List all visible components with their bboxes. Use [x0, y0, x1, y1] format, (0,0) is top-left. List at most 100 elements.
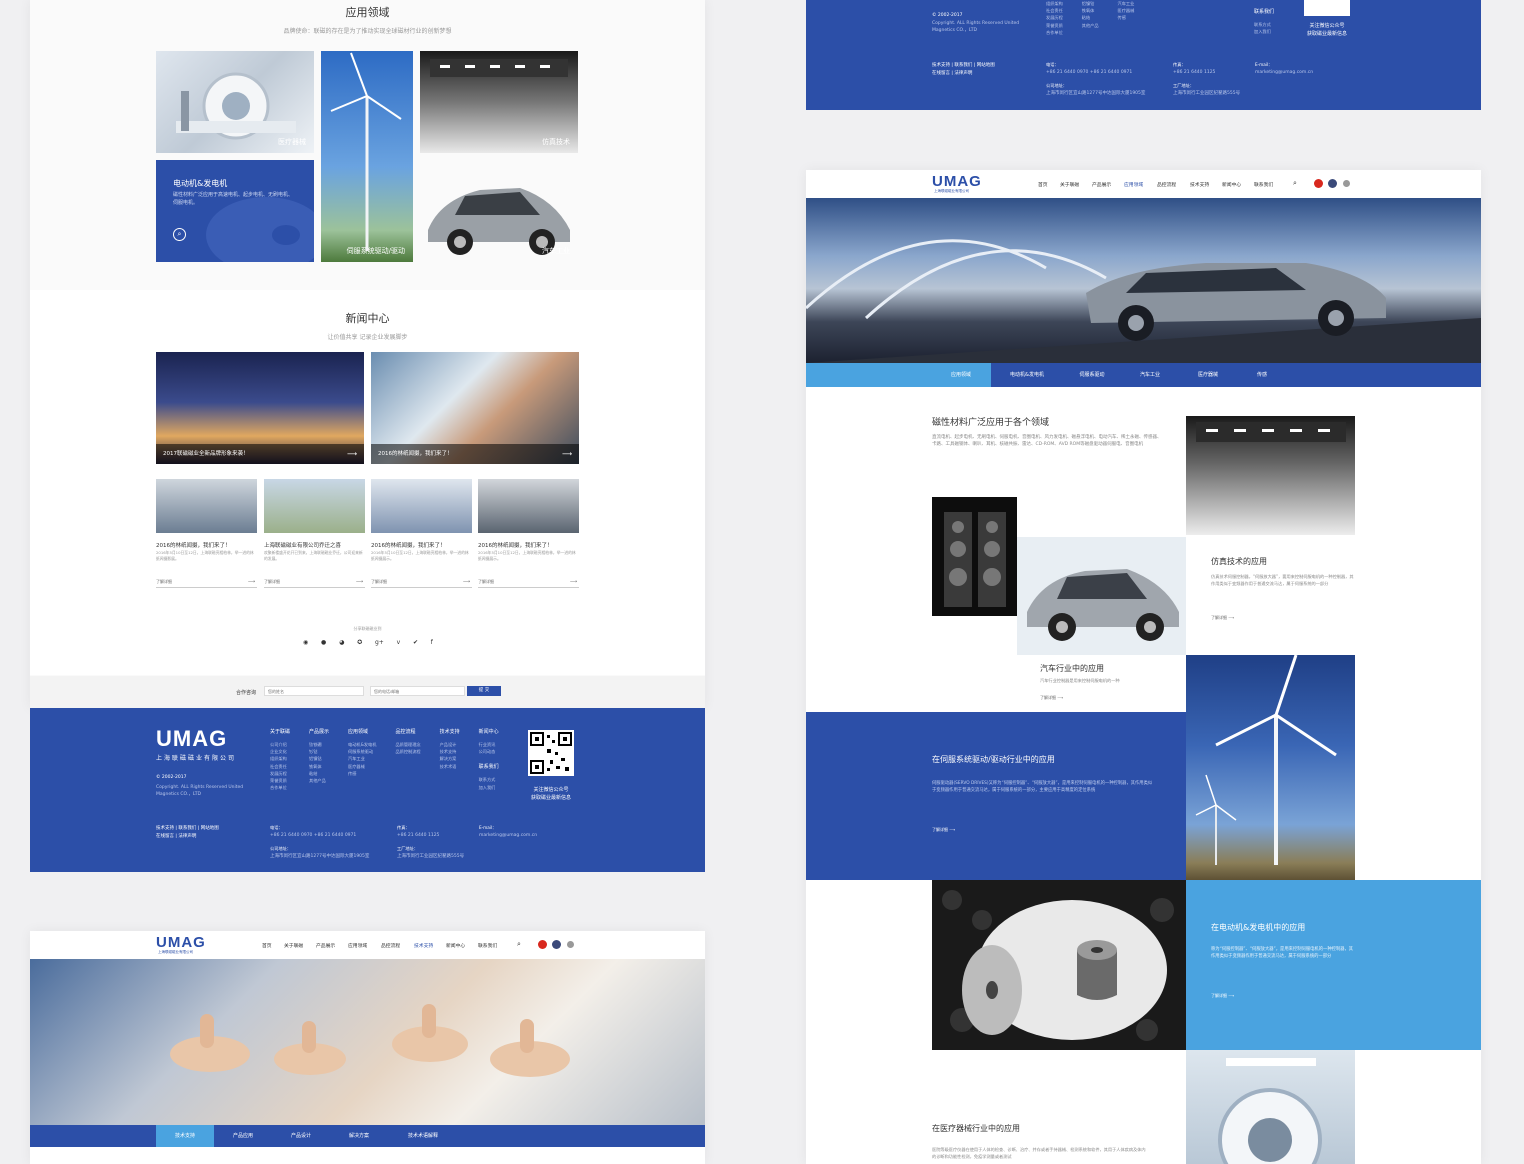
googleplus-icon[interactable]: g+ [375, 639, 384, 646]
footer-link[interactable]: 品质管理理念 [395, 741, 420, 748]
tab-product-application[interactable]: 产品应用 [214, 1125, 272, 1147]
tab-auto[interactable]: 汽车工业 [1121, 363, 1179, 387]
wechat-icon[interactable]: ◕ [339, 639, 344, 646]
servo-more-link[interactable]: 了解详细 ⟶ [932, 827, 955, 833]
nav-item-products[interactable]: 产品展示 [316, 942, 335, 949]
footer-link[interactable]: 粘结 [309, 770, 329, 777]
nav-brand[interactable]: UMAG [932, 173, 982, 190]
footer-col-head[interactable]: 关于联磁 [270, 728, 290, 735]
footer-links[interactable]: 技术支持 | 联系我们 | 网站地图 [156, 825, 219, 831]
tile-auto[interactable]: 汽车工业 [420, 160, 578, 262]
footer-link[interactable]: 公司动态 [479, 748, 499, 755]
footer-col-head[interactable]: 联系我们 [479, 763, 499, 770]
footer-link[interactable]: 发展历程 [1046, 14, 1063, 21]
news-card[interactable]: 2016的林纸闻摄，我们来了！ 2016年5月10日至12日，上海联磁亮相柏林，… [156, 479, 257, 591]
email-value[interactable]: marketing@umag.com.cn [479, 832, 537, 839]
footer-link[interactable]: 汽车工业 [1118, 0, 1135, 7]
news-card-more[interactable]: 了解详细 [264, 579, 280, 585]
footer-link[interactable]: 社会责任 [270, 763, 290, 770]
footer-link[interactable]: 合作单位 [1046, 29, 1063, 36]
search-icon[interactable]: ⌕ [173, 228, 186, 241]
footer-col-head[interactable]: 技术支持 [440, 728, 460, 735]
tab-servo[interactable]: 伺服系驱动 [1063, 363, 1121, 387]
nav-item-support[interactable]: 技术支持 [1190, 181, 1209, 188]
nav-item-contact[interactable]: 联系我们 [1254, 181, 1273, 188]
sim-more-link[interactable]: 了解详细 ⟶ [1211, 615, 1234, 621]
email-value[interactable]: marketing@umag.com.cn [1255, 69, 1313, 76]
news-card[interactable]: 上海联磁磁业有限公司乔迁之喜 欢聚新楼盛开花开已到来，上海联磁磁业乔迁，公司迎来… [264, 479, 365, 591]
footer-link[interactable]: 公司介绍 [270, 741, 290, 748]
cn-flag-icon[interactable] [538, 940, 547, 949]
uk-flag-icon[interactable] [552, 940, 561, 949]
footer-link[interactable]: 技术术语 [440, 763, 460, 770]
footer-link[interactable]: 联系方式 [479, 776, 499, 783]
news-big-card[interactable]: 2017联磁磁业全新品牌形象来袭！ ⟶ [156, 352, 364, 464]
footer-link[interactable]: 组织架构 [270, 755, 290, 762]
footer-link[interactable]: 伺服系统驱动 [348, 748, 376, 755]
footer-link[interactable]: 社会责任 [1046, 7, 1063, 14]
footer-link[interactable]: 技术支持 [440, 748, 460, 755]
tab-motor[interactable]: 电动机&发电机 [991, 363, 1063, 387]
footer-link[interactable]: 铁氧体 [1082, 7, 1099, 14]
vimeo-icon[interactable]: v [397, 639, 401, 646]
footer-link[interactable]: 铝镍钴 [1082, 0, 1099, 7]
nav-item-quality[interactable]: 品控流程 [381, 942, 400, 949]
search-icon[interactable]: ⌕ [1293, 179, 1297, 188]
footer-links[interactable]: 技术支持 | 联系我们 | 网站地图 [932, 62, 995, 68]
footer-col-head[interactable]: 联系我们 [1254, 8, 1274, 15]
footer-link[interactable]: 传感 [348, 770, 376, 777]
footer-link[interactable]: 产品设计 [440, 741, 460, 748]
tile-simulation[interactable]: 仿真技术 [420, 51, 578, 153]
footer-link[interactable]: 其他产品 [1082, 22, 1099, 29]
weibo-icon[interactable]: ◉ [303, 639, 308, 646]
tab-sensor[interactable]: 传感 [1237, 363, 1287, 387]
nav-item-news[interactable]: 新闻中心 [446, 942, 465, 949]
globe-icon[interactable] [567, 941, 574, 948]
tab-medical[interactable]: 医疗器械 [1179, 363, 1237, 387]
footer-link[interactable]: 加入我们 [479, 784, 499, 791]
nav-item-home[interactable]: 首页 [262, 942, 272, 949]
partner-phone-input[interactable] [370, 686, 465, 696]
twitter-icon[interactable]: ✔ [413, 639, 418, 646]
footer-link[interactable]: 粘结 [1082, 14, 1099, 21]
footer-link[interactable]: 汽车工业 [348, 755, 376, 762]
nav-item-quality[interactable]: 品控流程 [1157, 181, 1176, 188]
footer-col-head[interactable]: 品控流程 [395, 728, 420, 735]
qzone-icon[interactable]: ✪ [357, 639, 362, 646]
footer-links-2[interactable]: 在线留言 | 法律声明 [932, 70, 972, 76]
cn-flag-icon[interactable] [1314, 179, 1323, 188]
footer-link[interactable]: 电动机&发电机 [348, 741, 376, 748]
footer-link[interactable]: 解决方案 [440, 755, 460, 762]
news-card[interactable]: 2016的林纸闻摄，我们来了！ 2016年5月10日至12日，上海联磁亮相柏林，… [478, 479, 579, 591]
nav-item-contact[interactable]: 联系我们 [478, 942, 497, 949]
footer-link[interactable]: 加入我们 [1254, 28, 1274, 35]
nav-brand[interactable]: UMAG [156, 934, 206, 951]
nav-item-home[interactable]: 首页 [1038, 181, 1048, 188]
nav-item-applications[interactable]: 应用领域 [348, 942, 367, 949]
news-big-card[interactable]: 2016的林纸闻摄，我们来了！ ⟶ [371, 352, 579, 464]
footer-link[interactable]: 企业文化 [270, 748, 290, 755]
nav-item-support[interactable]: 技术支持 [414, 942, 433, 949]
footer-link[interactable]: 组织架构 [1046, 0, 1063, 7]
footer-link[interactable]: 其他产品 [309, 777, 329, 784]
search-icon[interactable]: ⌕ [517, 940, 521, 949]
footer-link[interactable]: 铝镍钴 [309, 755, 329, 762]
motor-more-link[interactable]: 了解详细 ⟶ [1211, 993, 1234, 999]
uk-flag-icon[interactable] [1328, 179, 1337, 188]
tile-motor-feature[interactable]: 电动机&发电机 磁性材料广泛应用于高速电机、起步电机、无刷电机、伺服电机。 ⌕ [156, 160, 314, 262]
nav-item-about[interactable]: 关于联磁 [1060, 181, 1079, 188]
footer-link[interactable]: 合作单位 [270, 784, 290, 791]
footer-col-head[interactable]: 新闻中心 [479, 728, 499, 735]
footer-link[interactable]: 钐钴 [309, 748, 329, 755]
news-card-more[interactable]: 了解详细 [478, 579, 494, 585]
tab-solutions[interactable]: 解决方案 [330, 1125, 388, 1147]
nav-item-applications[interactable]: 应用领域 [1124, 181, 1143, 188]
footer-link[interactable]: 联系方式 [1254, 21, 1274, 28]
tab-support[interactable]: 技术支持 [156, 1125, 214, 1147]
globe-icon[interactable] [1343, 180, 1350, 187]
footer-link[interactable]: 钕铁硼 [309, 741, 329, 748]
nav-item-news[interactable]: 新闻中心 [1222, 181, 1241, 188]
tab-terms[interactable]: 技术术语解释 [388, 1125, 458, 1147]
partner-name-input[interactable] [264, 686, 364, 696]
auto-more-link[interactable]: 了解详细 ⟶ [1040, 695, 1063, 701]
